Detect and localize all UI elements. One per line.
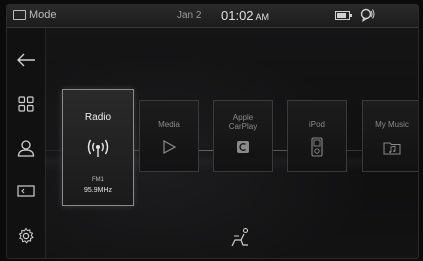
radio-band: FM1 [92, 177, 104, 183]
person-icon [17, 140, 35, 157]
screen-icon [17, 185, 35, 197]
sidebar [7, 28, 46, 258]
tile-carplay[interactable]: Apple CarPlay [213, 100, 273, 172]
seat-icon[interactable] [230, 227, 252, 249]
status-bar: Mode Jan 2 01:02 AM [7, 5, 418, 28]
radio-frequency: 95.9MHz [83, 187, 112, 194]
tile-carplay-line1: Apple [232, 113, 254, 122]
mode-button[interactable]: Mode [13, 9, 57, 21]
clock-ampm: AM [255, 12, 270, 22]
tile-media[interactable]: Media [139, 100, 199, 172]
voice-recognition-icon [360, 8, 375, 22]
grid-icon [18, 96, 34, 112]
tile-media-label: Media [158, 120, 180, 129]
battery-icon [335, 11, 352, 20]
tile-ipod-label: iPod [308, 120, 325, 129]
carplay-icon [237, 141, 249, 153]
tile-carplay-line2: CarPlay [228, 122, 258, 131]
play-icon [163, 139, 177, 155]
tile-ipod[interactable]: iPod [287, 100, 347, 172]
mode-icon [13, 10, 26, 20]
back-button[interactable] [7, 40, 45, 80]
settings-button[interactable] [7, 216, 45, 256]
music-folder-icon [383, 142, 401, 155]
display-button[interactable] [7, 171, 45, 211]
radio-signal-icon [87, 139, 109, 157]
tile-my-music[interactable]: My Music [362, 100, 418, 172]
clock-time: 01:02 [221, 8, 254, 23]
gear-icon [18, 227, 34, 244]
apps-button[interactable] [7, 84, 45, 124]
head-unit-screen: Mode Jan 2 01:02 AM Radio FM1 95.9MHz Me… [6, 4, 419, 259]
date-display: Jan 2 [177, 10, 202, 21]
tile-radio-label: Radio [84, 112, 112, 123]
back-arrow-icon [17, 53, 35, 67]
mode-label: Mode [29, 9, 57, 21]
profile-button[interactable] [7, 128, 45, 168]
clock: 01:02 AM [221, 8, 269, 23]
tile-radio[interactable]: Radio FM1 95.9MHz [62, 89, 134, 206]
tile-my-music-label: My Music [375, 120, 409, 129]
ipod-icon [311, 137, 323, 157]
